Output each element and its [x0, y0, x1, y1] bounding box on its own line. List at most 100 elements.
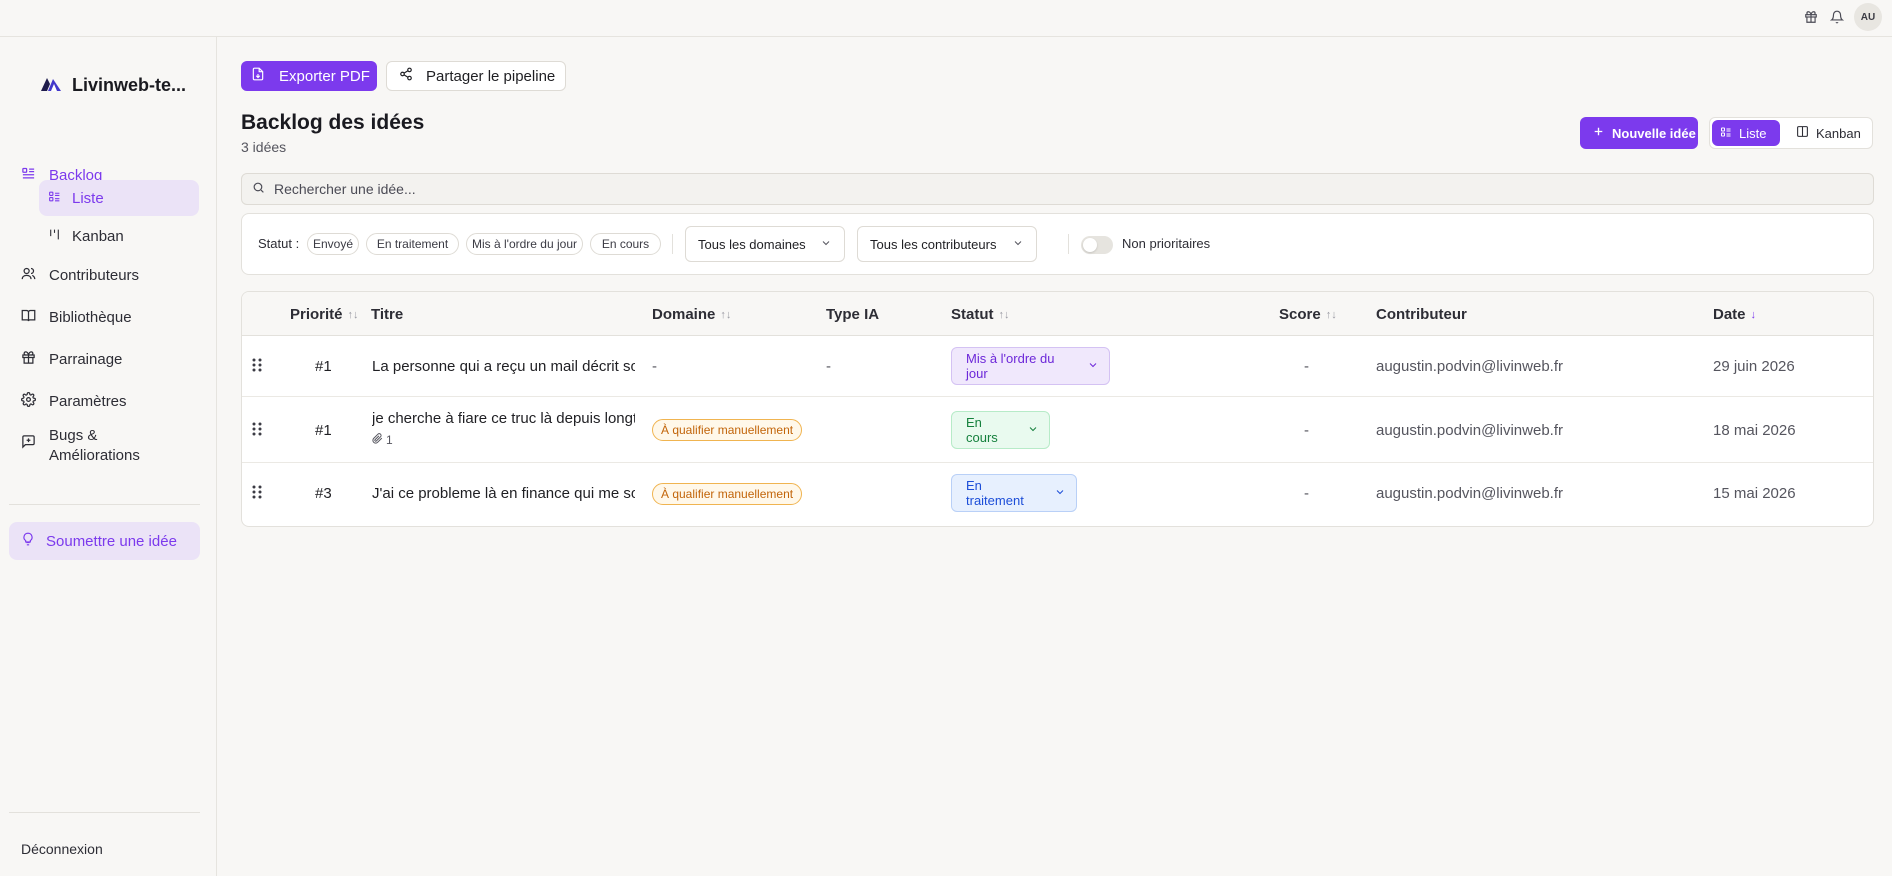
column-priority[interactable]: Priorité ↑↓: [290, 306, 359, 323]
sidebar-item-parrainage[interactable]: Parrainage: [10, 341, 200, 377]
chevron-down-icon: [1054, 486, 1066, 501]
status-dropdown[interactable]: En cours: [951, 411, 1050, 449]
date-cell: 18 mai 2026: [1713, 422, 1796, 439]
sidebar-item-label: Bugs &: [49, 427, 98, 444]
column-score[interactable]: Score ↑↓: [1279, 306, 1337, 323]
status-chip-ordre-du-jour[interactable]: Mis à l'ordre du jour: [466, 233, 583, 255]
kanban-icon: [48, 228, 61, 245]
column-date-label: Date: [1713, 306, 1746, 323]
title-cell[interactable]: J'ai ce probleme là en finance qui me so…: [372, 485, 635, 502]
filters-bar: Statut : Envoyé En traitement Mis à l'or…: [241, 213, 1874, 275]
main-content: Exporter PDF Partager le pipeline Backlo…: [218, 37, 1892, 876]
brand-name: Livinweb-te...: [72, 75, 187, 95]
submit-idea-label: Soumettre une idée: [46, 532, 177, 550]
export-pdf-button[interactable]: Exporter PDF: [241, 61, 377, 91]
contributor-select-value: Tous les contributeurs: [870, 236, 997, 252]
chevron-down-icon: [820, 237, 832, 252]
search-icon: [252, 181, 265, 197]
logo-icon: [40, 76, 62, 95]
plus-icon: [1592, 125, 1605, 141]
status-chip-envoye[interactable]: Envoyé: [307, 233, 359, 255]
submit-idea-button[interactable]: Soumettre une idée: [9, 522, 200, 560]
table-row[interactable]: #1 je cherche à fiare ce truc là depuis …: [242, 397, 1873, 463]
date-cell: 15 mai 2026: [1713, 485, 1796, 502]
backlog-icon: [21, 166, 36, 185]
status-chip-en-cours[interactable]: En cours: [590, 233, 661, 255]
search-input[interactable]: Rechercher une idée...: [241, 173, 1874, 205]
filter-separator: [1068, 234, 1069, 254]
sort-icon: ↑↓: [347, 308, 359, 321]
sidebar-item-kanban[interactable]: Kanban: [39, 218, 199, 254]
column-contributor-label: Contributeur: [1376, 306, 1467, 323]
ideas-table: Priorité ↑↓ Titre Domaine ↑↓ Type IA Statu…: [241, 291, 1874, 527]
column-status[interactable]: Statut ↑↓: [951, 306, 1010, 323]
export-pdf-label: Exporter PDF: [279, 67, 370, 85]
view-kanban-label: Kanban: [1816, 125, 1861, 141]
sidebar-item-bugs[interactable]: Bugs & Améliorations: [10, 426, 200, 470]
new-idea-label: Nouvelle idée: [1612, 125, 1696, 141]
score-cell: -: [1304, 358, 1309, 375]
status-filter-label: Statut :: [258, 236, 300, 251]
column-contributor: Contributeur: [1376, 306, 1467, 323]
chevron-down-icon: [1087, 359, 1099, 374]
table-row[interactable]: #1 La personne qui a reçu un mail décrit…: [242, 336, 1873, 397]
sidebar-item-contributeurs[interactable]: Contributeurs: [10, 257, 200, 293]
logout-link[interactable]: Déconnexion: [21, 841, 103, 857]
new-idea-button[interactable]: Nouvelle idée: [1580, 117, 1698, 149]
status-dropdown[interactable]: En traitement: [951, 474, 1077, 512]
sort-icon: ↑↓: [720, 308, 732, 321]
file-download-icon: [251, 67, 265, 85]
share-pipeline-button[interactable]: Partager le pipeline: [386, 61, 566, 91]
title-cell[interactable]: je cherche à fiare ce truc là depuis lon…: [372, 410, 635, 427]
sidebar-item-label: Paramètres: [49, 392, 127, 410]
column-domain-label: Domaine: [652, 306, 716, 323]
non-priority-label: Non prioritaires: [1122, 236, 1211, 251]
domain-badge: À qualifier manuellement: [652, 483, 803, 505]
sidebar-item-label: Améliorations: [49, 447, 140, 464]
sidebar-item-label: Kanban: [72, 227, 124, 245]
sidebar-item-bibliotheque[interactable]: Bibliothèque: [10, 299, 200, 335]
view-list-button[interactable]: Liste: [1712, 120, 1780, 146]
sidebar-item-label: Contributeurs: [49, 266, 140, 284]
view-list-label: Liste: [1739, 125, 1767, 141]
contributor-cell: augustin.podvin@livinweb.fr: [1376, 422, 1563, 439]
priority-cell: #1: [315, 358, 332, 375]
gear-icon: [21, 391, 36, 411]
column-date[interactable]: Date ↓: [1713, 306, 1756, 323]
idea-count: 3 idées: [241, 139, 287, 155]
lightbulb-icon: [21, 532, 35, 550]
column-domain[interactable]: Domaine ↑↓: [652, 306, 731, 323]
status-chip-en-traitement[interactable]: En traitement: [366, 233, 459, 255]
domain-select[interactable]: Tous les domaines: [685, 226, 845, 262]
table-row[interactable]: #3 J'ai ce probleme là en finance qui me…: [242, 463, 1873, 526]
view-toggle: Liste Kanban: [1709, 117, 1873, 149]
title-cell[interactable]: La personne qui a reçu un mail décrit so…: [372, 358, 635, 375]
status-dropdown[interactable]: Mis à l'ordre du jour: [951, 347, 1110, 385]
type-ia-cell: -: [826, 358, 831, 375]
sort-icon: ↑↓: [1325, 308, 1337, 321]
avatar[interactable]: AU: [1854, 3, 1882, 31]
sidebar-item-parametres[interactable]: Paramètres: [10, 383, 200, 419]
drag-handle-icon[interactable]: [251, 357, 263, 376]
contributor-select[interactable]: Tous les contributeurs: [857, 226, 1037, 262]
divider: [9, 812, 200, 813]
non-priority-toggle[interactable]: [1081, 236, 1113, 254]
drag-handle-icon[interactable]: [251, 484, 263, 503]
sort-desc-icon: ↓: [1750, 308, 1757, 321]
column-priority-label: Priorité: [290, 306, 343, 323]
gift-icon[interactable]: [1802, 8, 1820, 26]
chevron-down-icon: [1012, 237, 1024, 252]
column-type-ia: Type IA: [826, 306, 879, 323]
bell-icon[interactable]: [1828, 8, 1846, 26]
sidebar-item-liste[interactable]: Liste: [39, 180, 199, 216]
table-header: Priorité ↑↓ Titre Domaine ↑↓ Type IA Statu…: [242, 292, 1873, 336]
view-kanban-button[interactable]: Kanban: [1788, 120, 1870, 146]
brand[interactable]: Livinweb-te...: [40, 75, 186, 96]
top-bar: AU: [0, 0, 1892, 37]
share-icon: [399, 67, 413, 85]
drag-handle-icon[interactable]: [251, 421, 263, 440]
domain-cell: -: [652, 358, 657, 375]
divider: [9, 504, 200, 505]
score-cell: -: [1304, 422, 1309, 439]
share-pipeline-label: Partager le pipeline: [426, 67, 556, 85]
